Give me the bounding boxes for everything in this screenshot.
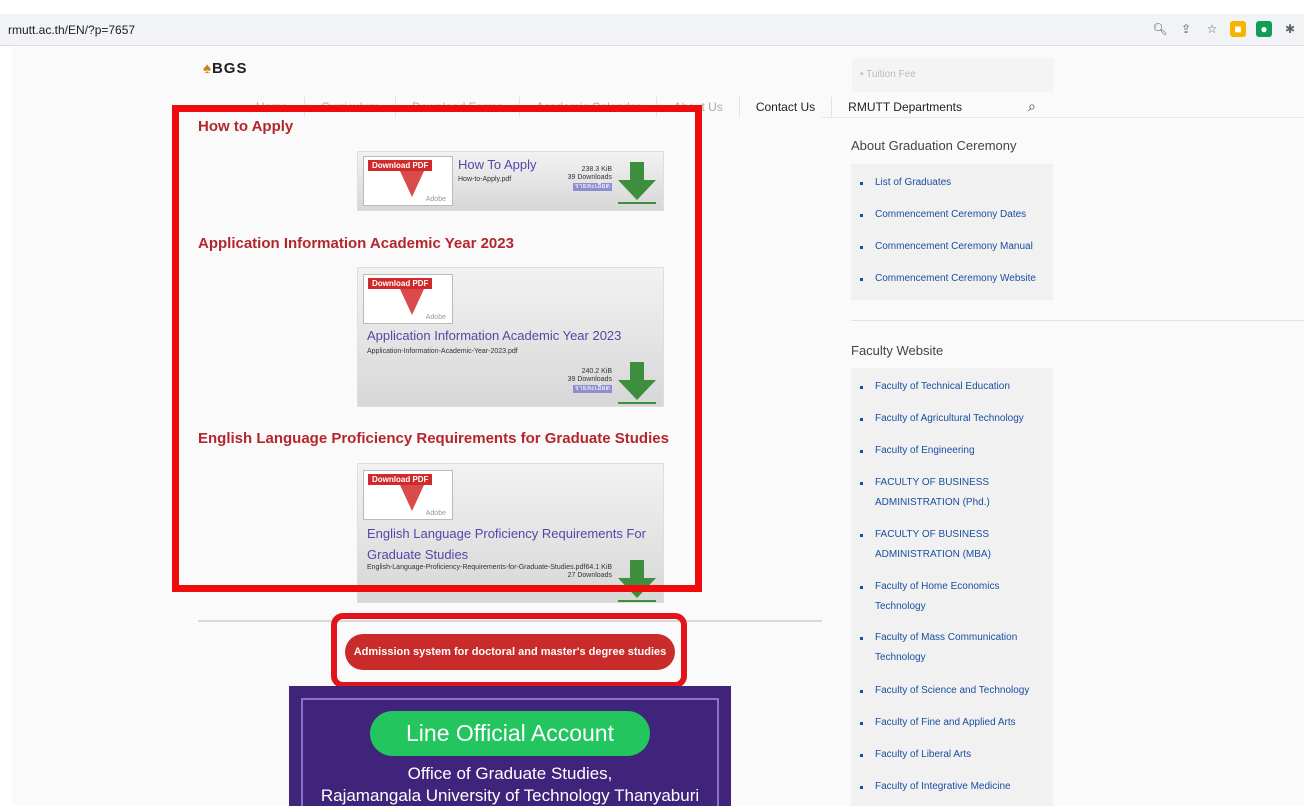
line-official-banner[interactable]: Line Official Account Office of Graduate… [289,686,731,806]
zoom-icon[interactable]: 🔍︎ [1152,21,1168,37]
sidebar-item-business-mba[interactable]: FACULTY OF BUSINESS ADMINISTRATION (MBA) [860,525,991,565]
sidebar-item-mass-communication[interactable]: Faculty of Mass Communication Technology [859,628,1017,668]
browser-actions: 🔍︎ ⇪ ☆ ■ ● ✱ [1152,21,1298,37]
line-university-text: Rajamangala University of Technology Tha… [320,786,700,805]
browser-address-bar[interactable]: rmutt.ac.th/EN/?p=7657 🔍︎ ⇪ ☆ ■ ● ✱ [0,14,1304,46]
share-icon[interactable]: ⇪ [1178,21,1194,37]
highlight-frame-admission [331,613,687,688]
sidebar-item-science-technology[interactable]: Faculty of Science and Technology [859,681,1029,701]
sidebar-heading-graduation: About Graduation Ceremony [851,138,1017,153]
sidebar-item-fine-applied-arts[interactable]: Faculty of Fine and Applied Arts [860,713,1016,733]
sidebar-item-engineering[interactable]: Faculty of Engineering [860,441,975,461]
site-logo[interactable]: ♠BGS [203,60,247,77]
sidebar-heading-faculty: Faculty Website [851,343,944,358]
sidebar-divider [851,320,1304,321]
sidebar-graduation-list: List of Graduates Commencement Ceremony … [851,164,1053,300]
star-icon[interactable]: ☆ [1204,21,1220,37]
sidebar-item-ceremony-dates[interactable]: Commencement Ceremony Dates [859,205,1026,225]
extension-yellow-icon[interactable]: ■ [1230,21,1246,37]
sidebar-item-ceremony-website[interactable]: Commencement Ceremony Website [860,269,1036,289]
nav-rmutt-departments[interactable]: RMUTT Departments [832,97,978,117]
highlight-frame-downloads [172,105,702,592]
search-icon[interactable]: ⌕ [1028,98,1036,115]
sidebar-item-tuition[interactable]: • Tuition Fee [852,58,1054,92]
nav-divider [822,117,1304,118]
sidebar-faculty-list: Faculty of Technical Education Faculty o… [851,368,1053,806]
sidebar-item-liberal-arts[interactable]: Faculty of Liberal Arts [859,745,971,765]
line-office-text: Office of Graduate Studies, [407,764,613,783]
sidebar-item-home-economics[interactable]: Faculty of Home Economics Technology [860,577,1000,617]
flame-icon: ♠ [203,60,212,77]
url-text[interactable]: rmutt.ac.th/EN/?p=7657 [8,23,135,37]
sidebar-item-list-of-graduates[interactable]: List of Graduates [859,173,951,193]
nav-contact-us[interactable]: Contact Us [740,97,833,117]
puzzle-icon[interactable]: ✱ [1282,21,1298,37]
top-strip [0,0,1304,14]
extension-green-icon[interactable]: ● [1256,21,1272,37]
sidebar-item-agricultural-technology[interactable]: Faculty of Agricultural Technology [860,409,1024,429]
sidebar-item-business-phd[interactable]: FACULTY OF BUSINESS ADMINISTRATION (Phd.) [860,473,990,513]
sidebar-item-ceremony-manual[interactable]: Commencement Ceremony Manual [860,237,1033,257]
line-official-button[interactable]: Line Official Account [370,711,650,756]
sidebar-item-technical-education[interactable]: Faculty of Technical Education [860,377,1010,397]
sidebar-item-integrative-medicine[interactable]: Faculty of Integrative Medicine [860,777,1011,797]
